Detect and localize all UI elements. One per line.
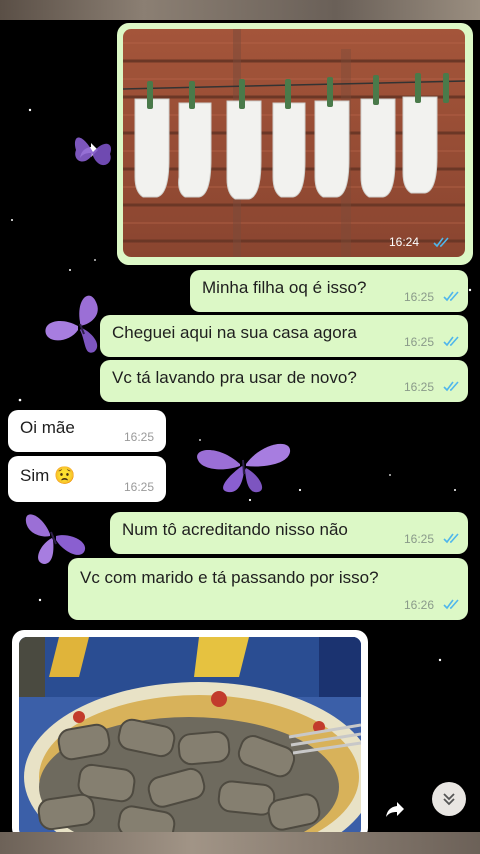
double-check-icon [443, 291, 459, 302]
pasta-photo[interactable] [19, 637, 361, 837]
message-time: 16:25 [404, 380, 435, 394]
double-chevron-down-icon [443, 793, 455, 806]
image-timestamp: 16:24 [389, 235, 420, 249]
double-check-icon [443, 599, 459, 610]
clothesline-photo[interactable] [123, 29, 465, 257]
forward-icon[interactable] [384, 797, 408, 821]
bottom-blurred-strip [0, 832, 480, 854]
message-bubble-outgoing[interactable]: Vc com marido e tá passando por isso? 16… [68, 558, 468, 620]
message-time: 16:25 [404, 532, 435, 546]
image-message-pasta[interactable] [12, 630, 368, 840]
double-check-icon [433, 237, 449, 248]
image-message-clothesline[interactable]: 16:24 [117, 23, 473, 265]
double-check-icon [443, 533, 459, 544]
message-text: Sim 😟 [20, 466, 76, 485]
message-bubble-outgoing[interactable]: Cheguei aqui na sua casa agora 16:25 [100, 315, 468, 357]
message-bubble-incoming[interactable]: Oi mãe 16:25 [8, 410, 166, 452]
message-bubble-incoming[interactable]: Sim 😟 16:25 [8, 456, 166, 502]
message-time: 16:25 [404, 335, 435, 349]
message-text: Num tô acreditando nisso não [122, 520, 348, 539]
top-blurred-strip [0, 0, 480, 20]
double-check-icon [443, 381, 459, 392]
message-text: Cheguei aqui na sua casa agora [112, 323, 357, 342]
butterfly-sticker [74, 137, 112, 166]
message-text: Minha filha oq é isso? [202, 278, 367, 297]
message-time: 16:25 [124, 430, 155, 444]
message-text: Vc tá lavando pra usar de novo? [112, 368, 357, 387]
message-bubble-outgoing[interactable]: Num tô acreditando nisso não 16:25 [110, 512, 468, 554]
double-check-icon [443, 336, 459, 347]
message-bubble-outgoing[interactable]: Minha filha oq é isso? 16:25 [190, 270, 468, 312]
message-bubble-outgoing[interactable]: Vc tá lavando pra usar de novo? 16:25 [100, 360, 468, 402]
message-time: 16:26 [404, 598, 435, 612]
scroll-to-bottom-button[interactable] [432, 782, 466, 816]
message-time: 16:25 [124, 480, 155, 494]
butterfly-sticker [197, 443, 291, 493]
message-text: Vc com marido e tá passando por isso? [80, 568, 379, 587]
message-text: Oi mãe [20, 418, 75, 437]
butterfly-sticker [45, 295, 98, 353]
message-time: 16:25 [404, 290, 435, 304]
